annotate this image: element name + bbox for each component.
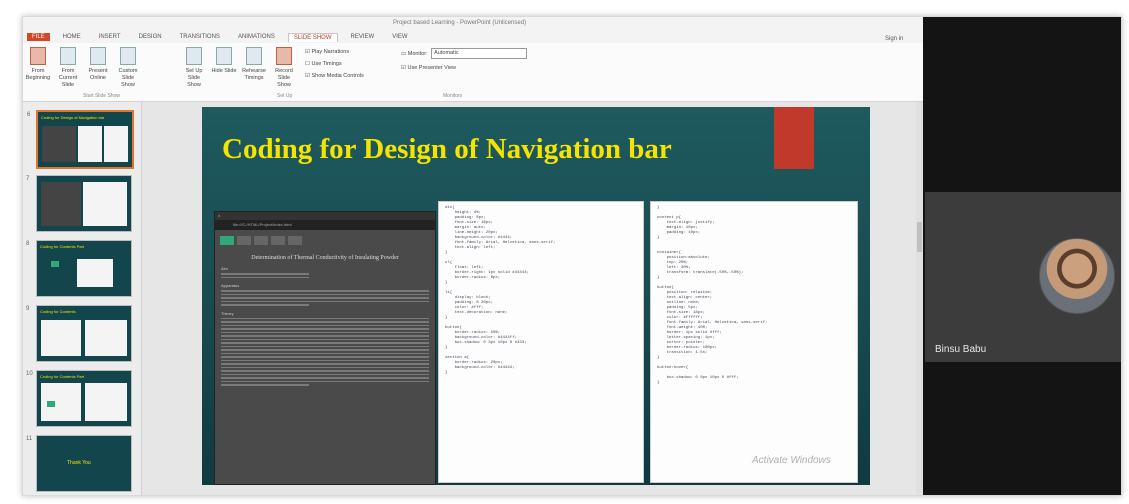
tab-home[interactable]: HOME [58, 33, 86, 41]
page-heading: Determination of Thermal Conductivity of… [251, 255, 399, 261]
present-online-button[interactable]: Present Online [85, 47, 111, 82]
tab-transitions[interactable]: TRANSITIONS [175, 33, 225, 41]
use-timings-checkbox[interactable]: ☐ Use Timings [305, 61, 342, 67]
slide-thumbnail[interactable]: 7 [26, 175, 132, 232]
timer-icon [246, 47, 262, 65]
monitor-select[interactable]: Automatic [431, 48, 528, 59]
title-bar: Project based Learning - PowerPoint (Unl… [23, 17, 923, 31]
monitor-control: ▭ Monitor: Automatic ☑ Use Presenter Vie… [401, 48, 528, 71]
slide-thumbnail-pane: 6 Coding for Design of Navigation bar 7 … [23, 102, 142, 495]
play-narrations-checkbox[interactable]: ☑ Play Narrations [305, 49, 349, 55]
record-slide-show-button[interactable]: Record Slide Show [271, 47, 297, 89]
group-label: Set Up [277, 93, 293, 99]
section-label: Aim [221, 266, 228, 271]
vertical-scrollbar[interactable] [916, 102, 923, 495]
rehearse-timings-button[interactable]: Rehearse Timings [241, 47, 267, 82]
video-call-panel: Binsu Babu [923, 17, 1121, 495]
window-title: Project based Learning - PowerPoint (Unl… [393, 20, 527, 26]
custom-slide-show-button[interactable]: Custom Slide Show [115, 47, 141, 89]
slideshow-icon [30, 47, 46, 65]
ribbon-tabs: FILE HOME INSERT DESIGN TRANSITIONS ANIM… [23, 31, 927, 43]
from-current-slide-button[interactable]: From Current Slide [55, 47, 81, 89]
presenter-view-checkbox[interactable]: ☑ Use Presenter View [401, 65, 527, 71]
participant-tile[interactable]: Binsu Babu [925, 192, 1121, 362]
slide-thumbnail[interactable]: 10 Coding for Contents Part [26, 370, 132, 427]
slide-thumbnail[interactable]: 6 Coding for Design of Navigation bar [27, 110, 134, 169]
show-media-controls-checkbox[interactable]: ☑ Show Media Controls [305, 73, 364, 79]
globe-icon [90, 47, 106, 65]
browser-tab-bar: × [215, 212, 435, 220]
tab-slide-show[interactable]: SLIDE SHOW [287, 32, 338, 42]
ribbon: From Beginning From Current Slide Presen… [23, 43, 923, 102]
css-code-block: div{ height: 4%; padding: 8px; font-size… [438, 201, 644, 483]
slideshow-icon [60, 47, 76, 65]
page-navigation-bar [215, 230, 435, 251]
hide-slide-button[interactable]: Hide Slide [211, 47, 237, 75]
group-label: Start Slide Show [83, 93, 120, 99]
browser-screenshot: × file:///C:/HTML/Project/index.html Det… [214, 211, 436, 485]
current-slide[interactable]: Coding for Design of Navigation bar × fi… [202, 107, 870, 485]
tab-view[interactable]: VIEW [387, 33, 412, 41]
record-icon [276, 47, 292, 65]
participant-name: Binsu Babu [935, 344, 987, 355]
browser-address-bar: file:///C:/HTML/Project/index.html [215, 220, 435, 230]
participant-avatar [1039, 238, 1115, 314]
slide-title: Coding for Design of Navigation bar [222, 133, 672, 165]
setup-icon [186, 47, 202, 65]
from-beginning-button[interactable]: From Beginning [25, 47, 51, 82]
activation-watermark: Activate Windows [752, 455, 831, 466]
slide-thumbnail[interactable]: 11 Thank You [26, 435, 132, 492]
app-window: Project based Learning - PowerPoint (Unl… [22, 16, 1122, 496]
tab-file[interactable]: FILE [27, 33, 50, 41]
tab-insert[interactable]: INSERT [94, 33, 126, 41]
custom-show-icon [120, 47, 136, 65]
slide-thumbnail[interactable]: 9 Coding for Contents [26, 305, 132, 362]
monitor-label: Monitor: [407, 50, 428, 57]
section-label: Apparatus [221, 283, 240, 288]
tab-review[interactable]: REVIEW [346, 33, 380, 41]
tab-design[interactable]: DESIGN [134, 33, 167, 41]
slide-thumbnail[interactable]: 8 Coding for Contents Part [26, 240, 132, 297]
hide-slide-icon [216, 47, 232, 65]
section-label: Theory [221, 310, 234, 316]
css-code-block: } content p{ text-align: justify; margin… [650, 201, 858, 483]
set-up-slide-show-button[interactable]: Set Up Slide Show [181, 47, 207, 89]
scrollbar-thumb[interactable] [917, 222, 922, 252]
tab-animations[interactable]: ANIMATIONS [233, 33, 280, 41]
slide-accent-block [774, 107, 814, 169]
slide-editor[interactable]: Coding for Design of Navigation bar × fi… [142, 102, 922, 495]
monitor-icon: ▭ [401, 50, 407, 57]
group-label: Monitors [443, 93, 463, 99]
